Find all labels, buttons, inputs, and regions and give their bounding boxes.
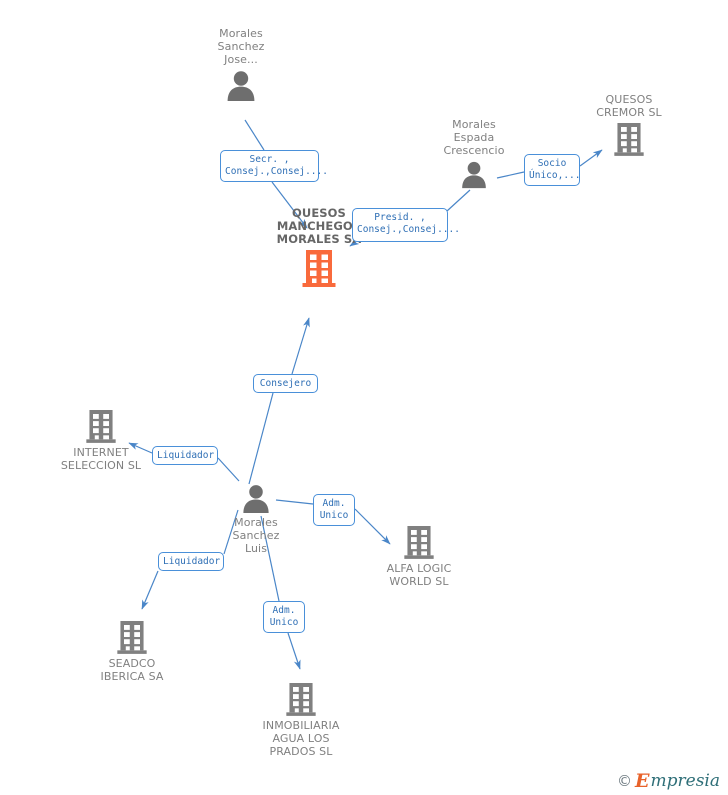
relation-label-consejero[interactable]: Consejero <box>253 374 318 393</box>
edge-crescencio-to-presid <box>446 189 471 212</box>
relation-label-adm-unico-inmobiliaria[interactable]: Adm. Unico <box>263 601 305 633</box>
node-alfa-logic-world-sl[interactable]: ALFA LOGIC WORLD SL <box>344 524 494 588</box>
node-label: Morales Sanchez Luis <box>232 516 280 555</box>
relation-label-socio-unico[interactable]: Socio Único,... <box>524 154 580 186</box>
node-morales-sanchez-jose[interactable]: Morales Sanchez Jose... <box>166 27 316 102</box>
node-label: QUESOS CREMOR SL <box>596 93 662 119</box>
building-icon <box>404 526 434 559</box>
node-label: Morales Sanchez Jose... <box>217 27 265 66</box>
relation-label-liquidador-seadco[interactable]: Liquidador <box>158 552 224 571</box>
building-icon <box>614 123 644 156</box>
building-icon <box>117 621 147 654</box>
relation-label-adm-unico-alfa[interactable]: Adm. Unico <box>313 494 355 526</box>
empresia-watermark: © E mpresia <box>617 772 720 791</box>
edge-liquidador-to-seadco <box>141 570 159 610</box>
node-label: ALFA LOGIC WORLD SL <box>386 562 452 588</box>
node-label: SEADCO IBERICA SA <box>100 657 164 683</box>
copyright-icon: © <box>617 772 633 790</box>
relation-label-secr-consej[interactable]: Secr. , Consej.,Consej.... <box>220 150 328 182</box>
edge-luis-to-consejero <box>248 392 274 485</box>
person-icon <box>243 485 269 514</box>
building-icon <box>86 410 116 443</box>
edge-adm-to-inmobiliaria <box>287 632 301 670</box>
edge-consejero-to-central <box>291 317 310 375</box>
person-icon <box>227 71 255 101</box>
relation-label-liquidador-internet[interactable]: Liquidador <box>152 446 218 465</box>
node-morales-sanchez-luis[interactable]: Morales Sanchez Luis <box>181 482 331 555</box>
node-label: INMOBILIARIA AGUA LOS PRADOS SL <box>262 719 340 758</box>
node-seadco-iberica-sa[interactable]: SEADCO IBERICA SA <box>57 619 207 683</box>
building-icon <box>302 250 336 287</box>
edge-luis-to-liquidador-internet <box>217 457 240 482</box>
building-icon <box>286 683 316 716</box>
person-icon <box>462 161 486 189</box>
node-inmobiliaria-agua-los-prados-sl[interactable]: INMOBILIARIA AGUA LOS PRADOS SL <box>226 681 376 758</box>
relation-label-presid-consej[interactable]: Presid. , Consej.,Consej.... <box>352 208 460 242</box>
node-quesos-cremor-sl[interactable]: QUESOS CREMOR SL <box>554 93 704 157</box>
brand-name: mpresia <box>650 771 721 791</box>
node-label: Morales Espada Crescencio <box>443 118 505 157</box>
brand-initial: E <box>635 770 650 792</box>
relationship-diagram-canvas: Morales Sanchez Jose... QUESOS MANCHEGOS… <box>0 0 728 795</box>
edge-jose-to-secr <box>244 119 265 151</box>
